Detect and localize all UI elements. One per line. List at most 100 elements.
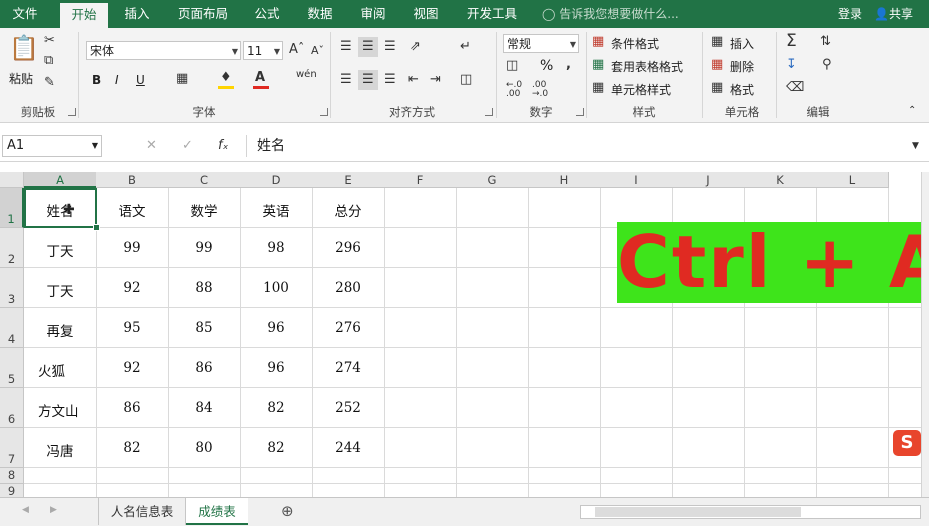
formula-input[interactable]: 姓名 (246, 135, 929, 157)
table-cell[interactable]: 再复 (24, 320, 96, 340)
column-header-g[interactable]: G (456, 172, 529, 188)
increase-decimal-icon[interactable]: ←.0.00 (506, 81, 522, 99)
column-header-h[interactable]: H (528, 172, 601, 188)
header-cell[interactable]: 语文 (96, 200, 168, 220)
table-cell[interactable]: 86 (168, 360, 240, 376)
align-left-icon[interactable]: ☰ (340, 73, 352, 86)
clipboard-launcher-icon[interactable] (68, 108, 76, 116)
column-header-k[interactable]: K (744, 172, 817, 188)
collapse-ribbon-icon[interactable]: ⌃ (908, 106, 916, 116)
table-cell[interactable]: 84 (168, 400, 240, 416)
copy-icon[interactable]: ⧉ (44, 54, 53, 67)
insert-function-icon[interactable]: fₓ (218, 139, 228, 152)
table-cell[interactable]: 98 (240, 240, 312, 256)
table-cell[interactable]: 96 (240, 320, 312, 336)
enter-icon[interactable]: ✓ (182, 139, 193, 152)
tell-me-box[interactable]: ◯ 告诉我您想要做什么... (542, 0, 679, 28)
row-header-6[interactable]: 6 (0, 388, 24, 428)
table-cell[interactable]: 80 (168, 440, 240, 456)
orientation-icon[interactable]: ⇗ (410, 40, 421, 53)
table-cell[interactable]: 丁天 (24, 240, 96, 260)
table-cell[interactable]: 88 (168, 280, 240, 296)
scroll-right-icon[interactable]: ▶ (50, 506, 57, 515)
comma-icon[interactable]: , (566, 58, 571, 71)
column-header-i[interactable]: I (600, 172, 673, 188)
italic-button[interactable]: I (115, 73, 119, 87)
table-cell[interactable]: 296 (312, 240, 384, 256)
column-header-j[interactable]: J (672, 172, 745, 188)
align-right-icon[interactable]: ☰ (384, 73, 396, 86)
column-header-d[interactable]: D (240, 172, 313, 188)
table-cell[interactable]: 82 (96, 440, 168, 456)
add-sheet-icon[interactable]: ⊕ (281, 504, 294, 519)
column-header-l[interactable]: L (816, 172, 889, 188)
vertical-scrollbar[interactable] (921, 172, 929, 497)
align-top-icon[interactable]: ☰ (340, 40, 352, 53)
table-cell[interactable]: 火狐 (24, 360, 96, 380)
format-as-table-button[interactable]: 套用表格格式 (611, 58, 683, 75)
font-color-icon[interactable]: A (255, 71, 265, 84)
borders-icon[interactable]: ▦ (176, 72, 188, 85)
header-cell[interactable]: 数学 (168, 200, 240, 220)
table-cell[interactable]: 丁天 (24, 280, 96, 300)
tab-developer[interactable]: 开发工具 (457, 0, 527, 28)
column-header-f[interactable]: F (384, 172, 457, 188)
worksheet-grid[interactable]: ABCDEFGHIJKL 123456789 姓名 语文 数学 英语 总分 丁天 99 99 9… (0, 172, 921, 497)
table-cell[interactable]: 86 (96, 400, 168, 416)
conditional-format-button[interactable]: 条件格式 (611, 35, 659, 52)
cancel-icon[interactable]: ✕ (146, 139, 157, 152)
column-header-a[interactable]: A (24, 172, 97, 188)
table-cell[interactable]: 280 (312, 280, 384, 296)
tab-view[interactable]: 视图 (403, 0, 449, 28)
find-icon[interactable]: ⚲ (822, 58, 832, 71)
font-size-select[interactable]: 11 ▼ (243, 41, 283, 60)
table-cell[interactable]: 92 (96, 280, 168, 296)
align-center-icon[interactable]: ☰ (362, 73, 374, 86)
row-header-8[interactable]: 8 (0, 468, 24, 484)
table-cell[interactable]: 99 (96, 240, 168, 256)
phonetic-icon[interactable]: wén (296, 70, 317, 80)
paste-icon[interactable]: 📋 (9, 36, 39, 60)
accounting-icon[interactable]: ◫ (506, 59, 518, 72)
table-cell[interactable]: 100 (240, 280, 312, 296)
row-header-3[interactable]: 3 (0, 268, 24, 308)
expand-formula-icon[interactable]: ▼ (912, 142, 919, 151)
align-bottom-icon[interactable]: ☰ (384, 40, 396, 53)
sheet-tab-scores[interactable]: 成绩表 (186, 498, 248, 525)
table-cell[interactable]: 82 (240, 440, 312, 456)
table-cell[interactable]: 82 (240, 400, 312, 416)
select-all-corner[interactable] (0, 172, 24, 188)
percent-button[interactable]: % (540, 58, 553, 74)
tab-page-layout[interactable]: 页面布局 (168, 0, 238, 28)
increase-font-icon[interactable]: Aˆ (289, 43, 304, 56)
tab-insert[interactable]: 插入 (114, 0, 160, 28)
header-cell[interactable]: 总分 (312, 200, 384, 220)
number-launcher-icon[interactable] (576, 108, 584, 116)
share-button[interactable]: 👤共享 (874, 0, 913, 28)
column-header-c[interactable]: C (168, 172, 241, 188)
table-cell[interactable]: 方文山 (24, 400, 96, 420)
increase-indent-icon[interactable]: ⇥ (430, 73, 441, 86)
table-cell[interactable]: 85 (168, 320, 240, 336)
row-header-1[interactable]: 1 (0, 188, 24, 228)
number-format-select[interactable]: 常规 ▼ (503, 34, 579, 53)
font-launcher-icon[interactable] (320, 108, 328, 116)
font-name-select[interactable]: 宋体 ▼ (86, 41, 241, 60)
table-cell[interactable]: 252 (312, 400, 384, 416)
delete-cells-button[interactable]: 删除 (730, 58, 754, 75)
sort-filter-icon[interactable]: ⇅ (820, 35, 831, 48)
table-cell[interactable]: 95 (96, 320, 168, 336)
underline-button[interactable]: U (136, 73, 145, 87)
decrease-font-icon[interactable]: Aˇ (311, 45, 324, 56)
fill-color-icon[interactable]: ♦ (220, 71, 232, 84)
name-box[interactable]: A1 ▼ (2, 135, 102, 157)
ime-icon[interactable]: S (893, 430, 921, 456)
cell-styles-button[interactable]: 单元格样式 (611, 81, 671, 98)
table-cell[interactable]: 96 (240, 360, 312, 376)
table-cell[interactable]: 276 (312, 320, 384, 336)
align-middle-icon[interactable]: ☰ (362, 40, 374, 53)
column-header-b[interactable]: B (96, 172, 169, 188)
sheet-tab-names[interactable]: 人名信息表 (98, 498, 186, 525)
insert-cells-button[interactable]: 插入 (730, 35, 754, 52)
table-cell[interactable]: 99 (168, 240, 240, 256)
